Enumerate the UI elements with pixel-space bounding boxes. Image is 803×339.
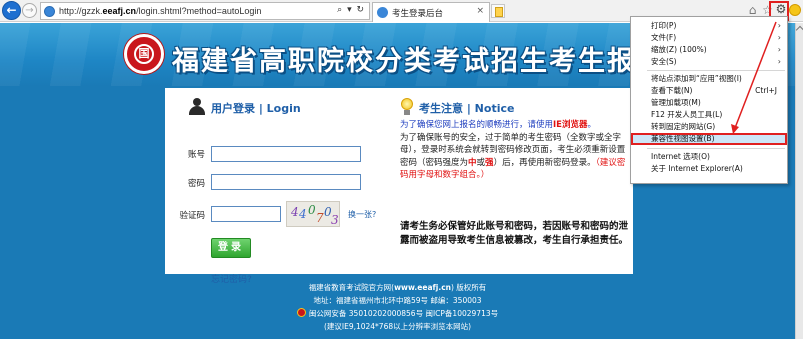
password-label: 密码 [187,179,205,189]
tab-close-icon[interactable]: × [476,6,484,16]
site-favicon-icon [44,6,55,17]
login-button[interactable]: 登录 [211,238,251,258]
account-label: 账号 [187,150,205,160]
address-url[interactable]: http://gzzk.eeafj.cn/login.shtml?method=… [59,6,261,16]
captcha-label: 验证码 [179,211,205,221]
menu-item-safety[interactable]: 安全(S) › [631,56,787,68]
menu-item-print[interactable]: 打印(P) › [631,20,787,32]
tab-login[interactable]: 考生登录后台 × [372,2,490,22]
footer-browser-tip: (建议IE9,1024*768以上分辨率浏览本网站) [323,322,472,331]
submenu-arrow-icon: › [777,33,781,42]
user-icon [188,98,206,116]
footer-address: 地址：福建省福州市北环中路59号 邮编：350003 [313,296,482,305]
footer-copyright: 福建省教育考试院官方网(www.eeafj.cn) 版权所有 [308,283,487,292]
captcha-input[interactable] [211,206,281,222]
forward-button[interactable]: → [22,3,37,18]
address-bar-buttons[interactable]: ⌕ ▾ ↻ [337,5,365,15]
submenu-arrow-icon: › [777,21,781,30]
feedback-smile-icon[interactable] [789,4,801,16]
tab-title: 考生登录后台 [392,9,444,19]
password-input[interactable] [211,174,361,190]
address-bar[interactable]: http://gzzk.eeafj.cn/login.shtml?method=… [40,2,370,20]
school-emblem-icon: 国 [124,34,164,74]
account-input[interactable] [211,146,361,162]
notice-text: 为了确保您网上报名的顺畅进行，请使用IE浏览器。 为了确保账号的安全，过于简单的… [400,119,628,182]
back-button[interactable]: ← [2,1,21,20]
menu-item-file[interactable]: 文件(F) › [631,32,787,44]
captcha-refresh-link[interactable]: 换一张? [348,209,376,220]
tools-menu: 打印(P) › 文件(F) › 缩放(Z) (100%) › 安全(S) › 将站点添加… [630,16,788,184]
new-tab-button[interactable] [491,4,505,18]
shortcut-text: Ctrl+J [755,86,777,95]
footer-site-link[interactable]: www.eeafj.cn [394,283,451,292]
menu-item-add-to-apps[interactable]: 将站点添加到“应用”视图(I) [631,73,787,85]
login-card: 用户登录 | Login 账号 密码 验证码 4 4 0 7 0 3 换一张? … [165,88,633,285]
menu-item-view-downloads[interactable]: 查看下载(N) Ctrl+J [631,85,787,97]
menu-item-about-ie[interactable]: 关于 Internet Explorer(A) [631,163,787,175]
menu-item-pinned-sites[interactable]: 转到固定的网站(G) [631,121,787,133]
notice-paragraph-password: 为了确保账号的安全，过于简单的考生密码（全数字或全字母），登录时系统会就转到密码… [400,132,626,181]
police-badge-icon [296,308,306,317]
tab-favicon-icon [377,7,388,18]
notice-paragraph-ie: 为了确保您网上报名的顺畅进行，请使用IE浏览器。 [400,120,597,130]
security-warning: 请考生务必保管好此账号和密码，若因账号和密码的泄露而被盗用导致考生信息被篡改，考… [400,221,629,246]
emblem-text: 国 [134,44,154,64]
menu-item-zoom[interactable]: 缩放(Z) (100%) › [631,44,787,56]
menu-separator [647,148,785,149]
notice-title: 考生注意 | Notice [419,102,515,115]
lightbulb-icon [400,98,414,116]
menu-separator [647,70,785,71]
menu-item-manage-addons[interactable]: 管理加载项(M) [631,97,787,109]
captcha-image[interactable]: 4 4 0 7 0 3 [286,201,340,227]
login-title: 用户登录 | Login [211,102,301,115]
menu-item-internet-options[interactable]: Internet 选项(O) [631,151,787,163]
submenu-arrow-icon: › [777,57,781,66]
menu-item-compatibility-view[interactable]: 兼容性视图设置(B) [631,133,787,145]
page-footer: 福建省教育考试院官方网(www.eeafj.cn) 版权所有 地址：福建省福州市… [0,281,795,333]
footer-icp: 闽公网安备 35010202000856号 闽ICP备10029713号 [0,307,795,320]
submenu-arrow-icon: › [777,45,781,54]
menu-item-dev-tools[interactable]: F12 开发人员工具(L) [631,109,787,121]
vertical-scrollbar[interactable] [795,23,803,339]
